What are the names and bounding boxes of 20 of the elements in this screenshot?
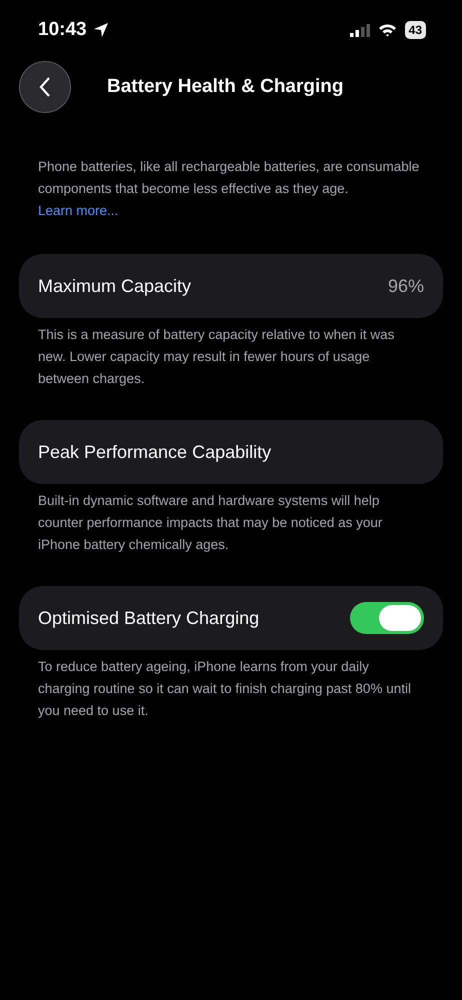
location-arrow-icon xyxy=(92,22,109,38)
settings-row[interactable]: Peak Performance Capability xyxy=(19,420,443,484)
status-time: 10:43 xyxy=(38,19,87,41)
learn-more-link[interactable]: Learn more... xyxy=(38,203,118,218)
chevron-left-icon xyxy=(39,77,51,97)
battery-indicator: 43 xyxy=(404,21,426,39)
signal-icon xyxy=(350,24,370,36)
row-label: Maximum Capacity xyxy=(38,276,192,296)
toggle-switch[interactable] xyxy=(350,602,424,634)
section-footer: Built-in dynamic software and hardware systems will help counter performance impacts that may be noticed as your iPhone battery chemically ages. xyxy=(0,490,462,556)
row-value: 96% xyxy=(388,276,424,296)
wifi-icon xyxy=(378,23,397,37)
row-label: Peak Performance Capability xyxy=(38,442,272,462)
row-label: Optimised Battery Charging xyxy=(38,608,260,628)
intro-text: Phone batteries, like all rechargeable batteries, are consumable components that become less effective as they age. Learn more... xyxy=(37,158,420,220)
section-footer: To reduce battery ageing, iPhone learns from your daily charging routine so it can wait to finish charging past 80% until you need to use it. xyxy=(0,656,462,722)
settings-row[interactable]: Maximum Capacity 96% xyxy=(19,254,443,318)
back-button[interactable] xyxy=(19,61,71,113)
page-title: Battery Health & Charging xyxy=(107,76,344,98)
section-footer: This is a measure of battery capacity relative to when it was new. Lower capacity may result in fewer hours of usage between charges. xyxy=(0,324,462,390)
